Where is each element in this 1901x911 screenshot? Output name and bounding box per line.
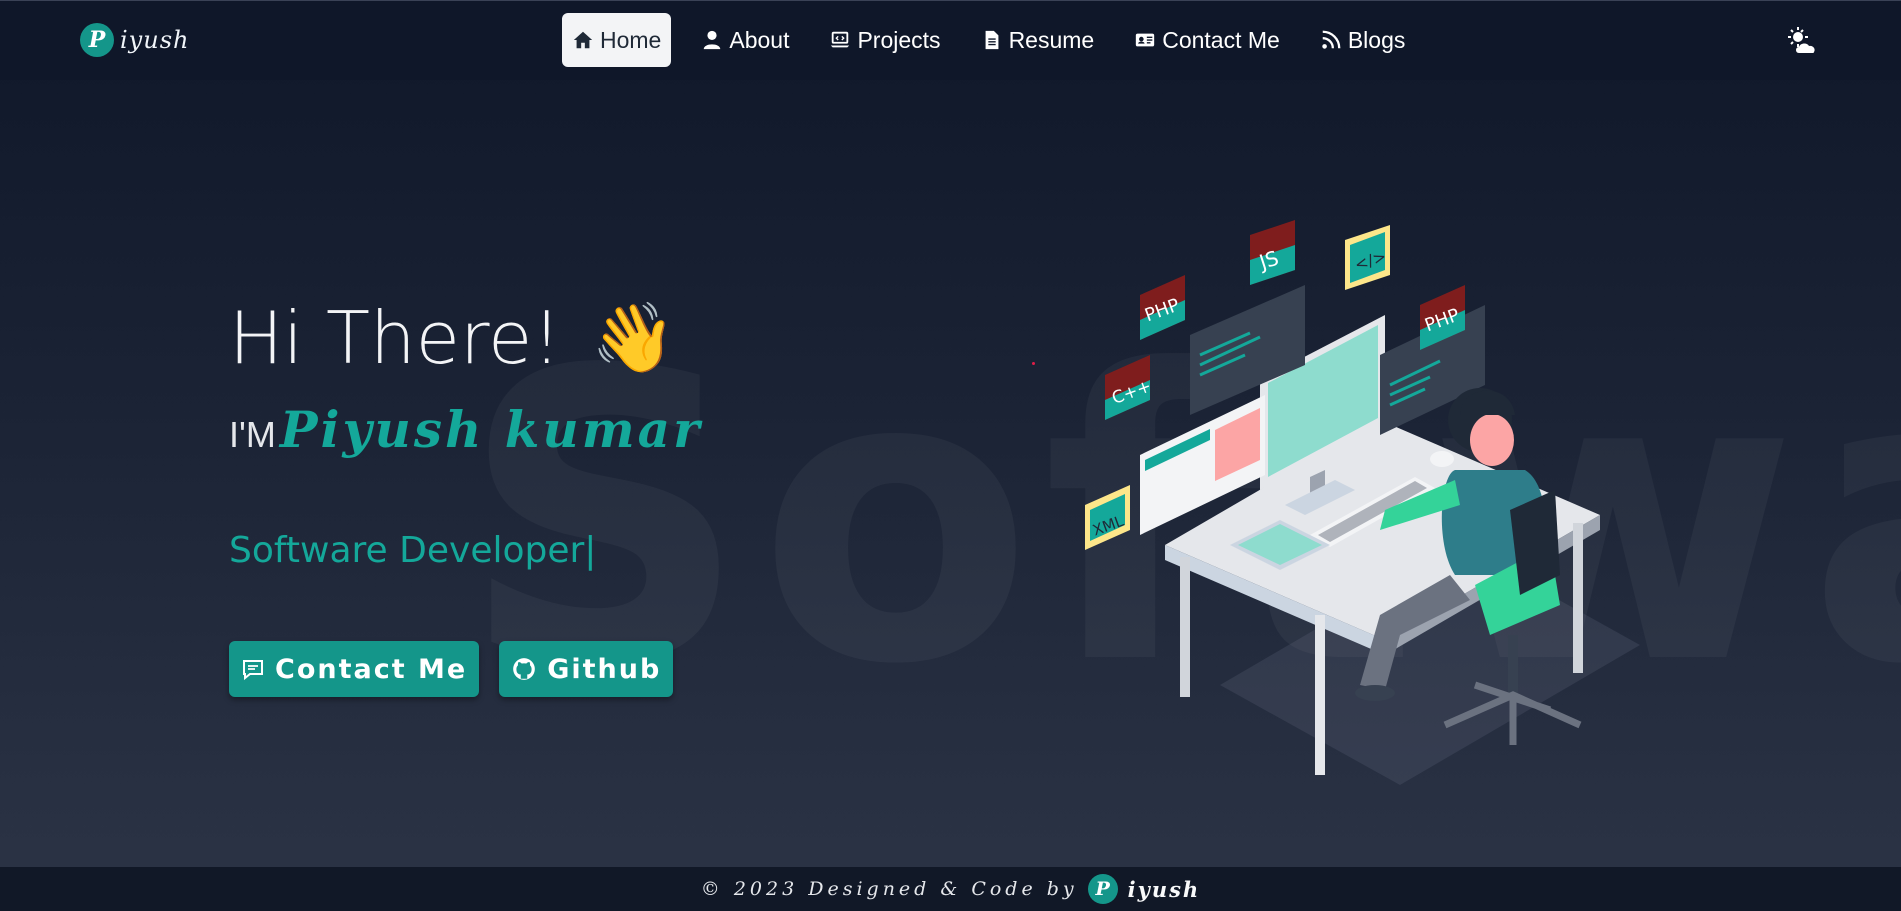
brand-logo-icon: P [80,23,114,57]
contact-me-label: Contact Me [275,653,468,685]
sun-cloud-icon[interactable] [1786,25,1820,59]
hero-greeting-row: Hi There! 👋 [229,290,676,386]
stray-dot [1032,362,1035,365]
home-icon [573,31,593,49]
hero-name: Piyush kumar [279,400,703,459]
user-icon [704,30,721,50]
intro-prefix: I'M [229,414,276,455]
code-tile-icon: </> [1345,225,1390,290]
nav-link-contact[interactable]: Contact Me [1124,13,1290,67]
wave-hand-icon: 👋 [591,299,676,378]
nav-link-home[interactable]: Home [562,13,672,67]
rss-icon [1322,30,1341,49]
nav-link-label: Blogs [1347,26,1406,53]
brand-text: iyush [120,26,190,54]
brand-link[interactable]: P iyush [80,23,189,57]
contact-me-button[interactable]: Contact Me [229,641,480,697]
js-tile-icon: JS [1250,220,1295,285]
php-tile-icon: PHP [1140,275,1185,340]
hero-role: Software Developer| [229,530,596,571]
nav-link-projects[interactable]: Projects [819,13,950,67]
hero-buttons: Contact Me Github [229,641,674,697]
id-card-icon [1136,33,1155,47]
hero-intro: I'M Piyush kumar [229,400,702,459]
cpp-tile-icon: C++ [1105,355,1154,420]
navbar: P iyush Home About Projects Resume Conta… [0,0,1901,80]
hero-greeting: Hi There! [229,296,562,380]
message-icon [243,660,263,681]
developer-illustration: PHP JS </> PHP C++ XML [1085,220,1640,785]
nav-link-label: Contact Me [1162,26,1280,53]
laptop-code-icon [831,31,850,48]
role-text: Software Developer [229,530,585,571]
footer-brand[interactable]: iyush [1128,877,1201,902]
xml-tile-icon: XML [1085,485,1130,550]
nav-link-label: Resume [1008,26,1095,53]
typing-cursor: | [584,530,597,571]
nav-link-blogs[interactable]: Blogs [1310,13,1416,67]
github-icon [513,658,536,680]
footer-logo-icon[interactable]: P [1087,874,1118,904]
nav-links: Home About Projects Resume Contact Me Bl… [562,13,1435,67]
file-icon [985,30,998,50]
nav-link-label: About [729,26,790,53]
nav-link-resume[interactable]: Resume [971,13,1105,67]
footer: © 2023 Designed & Code by P iyush [0,867,1901,911]
nav-link-about[interactable]: About [691,13,799,67]
github-label: Github [547,653,662,685]
nav-link-label: Projects [857,26,941,53]
github-button[interactable]: Github [499,641,674,697]
nav-link-label: Home [600,26,662,53]
footer-copyright: © 2023 Designed & Code by [700,878,1078,900]
